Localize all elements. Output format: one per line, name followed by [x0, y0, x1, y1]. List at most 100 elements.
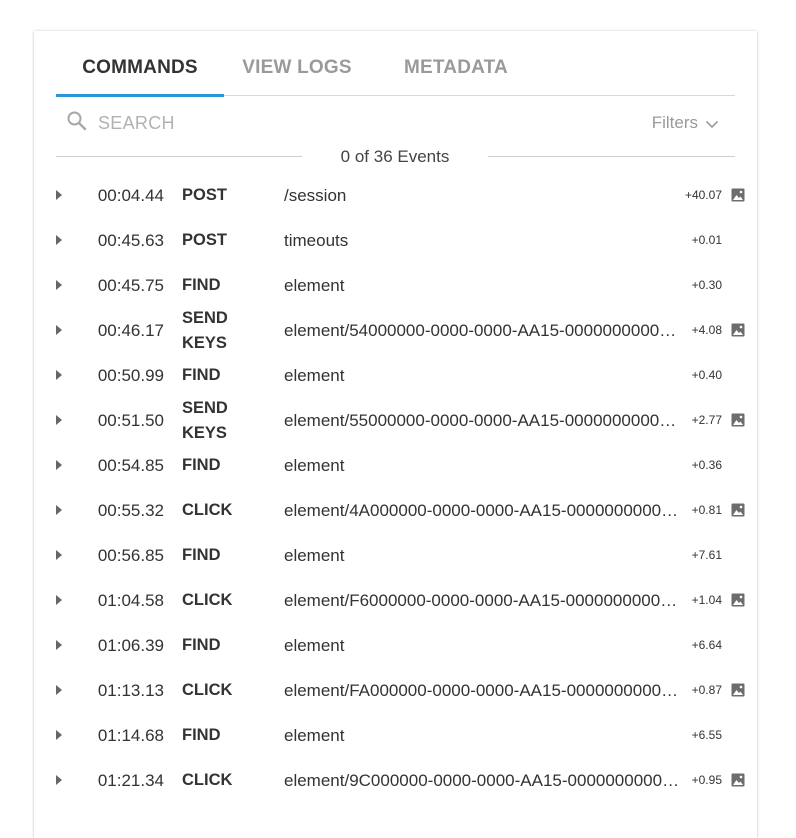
event-path: element/4A000000-0000-0000-AA15-00000000… — [284, 501, 682, 520]
caret-right-icon[interactable] — [56, 280, 62, 290]
event-row[interactable]: 00:50.99 FIND element +0.40 — [34, 353, 757, 398]
caret-right-icon[interactable] — [56, 640, 62, 650]
event-row[interactable]: 00:45.75 FIND element +0.30 — [34, 263, 757, 308]
caret-right-icon[interactable] — [56, 685, 62, 695]
event-time: 01:13.13 — [97, 681, 164, 700]
caret-right-icon[interactable] — [56, 235, 62, 245]
event-method: POST — [182, 231, 227, 249]
event-duration: +0.30 — [691, 278, 722, 292]
event-duration: +1.04 — [691, 593, 722, 607]
caret-right-icon[interactable] — [56, 730, 62, 740]
events-count: 0 of 36 Events — [340, 147, 450, 166]
event-path: element — [284, 366, 345, 385]
tab-view-logs[interactable]: VIEW LOGS — [231, 31, 363, 96]
event-time: 00:55.32 — [97, 501, 164, 520]
event-duration: +40.07 — [684, 188, 722, 202]
event-time: 01:06.39 — [97, 636, 164, 655]
event-time: 00:04.44 — [97, 186, 164, 205]
event-list: 00:04.44 POST /session +40.07 00:45.63 P… — [34, 173, 757, 803]
event-method: FIND — [182, 636, 221, 654]
event-row[interactable]: 00:04.44 POST /session +40.07 — [34, 173, 757, 218]
image-icon[interactable] — [731, 593, 745, 607]
event-row[interactable]: 01:06.39 FIND element +6.64 — [34, 623, 757, 668]
event-path: element/FA000000-0000-0000-AA15-00000000… — [284, 681, 682, 700]
filters-dropdown[interactable]: Filters — [652, 111, 720, 135]
caret-right-icon[interactable] — [56, 415, 62, 425]
image-icon[interactable] — [731, 683, 745, 697]
event-method: FIND — [182, 366, 221, 384]
event-method: FIND — [182, 726, 221, 744]
event-duration: +0.87 — [691, 683, 722, 697]
event-row[interactable]: 00:45.63 POST timeouts +0.01 — [34, 218, 757, 263]
event-time: 00:54.85 — [97, 456, 164, 475]
event-duration: +7.61 — [691, 548, 722, 562]
caret-right-icon[interactable] — [56, 550, 62, 560]
event-path: element — [284, 636, 345, 655]
event-method: CLICK — [182, 681, 233, 699]
event-method: CLICK — [182, 771, 233, 789]
event-method: CLICK — [182, 591, 233, 609]
divider-line — [56, 156, 302, 157]
event-time: 01:21.34 — [97, 771, 164, 790]
event-row[interactable]: 00:46.17 SEND KEYS element/54000000-0000… — [34, 308, 757, 353]
caret-right-icon[interactable] — [56, 370, 62, 380]
event-time: 00:46.17 — [97, 321, 164, 340]
tab-bar: COMMANDS VIEW LOGS METADATA — [56, 31, 735, 97]
event-duration: +6.64 — [691, 638, 722, 652]
event-time: 00:51.50 — [97, 411, 164, 430]
event-path: timeouts — [284, 231, 349, 250]
event-method: FIND — [182, 276, 221, 294]
caret-right-icon[interactable] — [56, 775, 62, 785]
event-duration: +6.55 — [691, 728, 722, 742]
event-duration: +0.01 — [691, 233, 722, 247]
event-path: element — [284, 276, 345, 295]
event-duration: +0.81 — [691, 503, 722, 517]
tab-metadata[interactable]: METADATA — [386, 31, 526, 96]
caret-right-icon[interactable] — [56, 325, 62, 335]
event-path: element — [284, 546, 345, 565]
chevron-down-icon — [704, 115, 720, 131]
event-row[interactable]: 01:14.68 FIND element +6.55 — [34, 713, 757, 758]
event-time: 00:50.99 — [97, 366, 164, 385]
events-divider: 0 of 36 Events — [56, 145, 735, 169]
event-row[interactable]: 01:04.58 CLICK element/F6000000-0000-000… — [34, 578, 757, 623]
event-time: 00:56.85 — [97, 546, 164, 565]
event-path: element/54000000-0000-0000-AA15-00000000… — [284, 321, 682, 340]
event-path: element — [284, 726, 345, 745]
search-bar: Filters — [56, 97, 735, 149]
tab-commands[interactable]: COMMANDS — [56, 31, 224, 97]
caret-right-icon[interactable] — [56, 505, 62, 515]
image-icon[interactable] — [731, 503, 745, 517]
search-icon — [66, 110, 88, 132]
event-duration: +2.77 — [691, 413, 722, 427]
event-row[interactable]: 00:55.32 CLICK element/4A000000-0000-000… — [34, 488, 757, 533]
image-icon[interactable] — [731, 323, 745, 337]
event-row[interactable]: 01:21.34 CLICK element/9C000000-0000-000… — [34, 758, 757, 803]
commands-panel: COMMANDS VIEW LOGS METADATA Filters 0 of… — [34, 31, 757, 838]
event-method: SEND KEYS — [182, 308, 228, 352]
image-icon[interactable] — [731, 188, 745, 202]
image-icon[interactable] — [731, 413, 745, 427]
event-method: FIND — [182, 546, 221, 564]
event-path: /session — [284, 186, 347, 205]
event-time: 00:45.63 — [97, 231, 164, 250]
event-path: element/9C000000-0000-0000-AA15-00000000… — [284, 771, 682, 790]
image-icon[interactable] — [731, 773, 745, 787]
event-path: element/55000000-0000-0000-AA15-00000000… — [284, 411, 682, 430]
event-method: FIND — [182, 456, 221, 474]
event-time: 01:14.68 — [97, 726, 164, 745]
divider-line — [488, 156, 735, 157]
search-input[interactable] — [98, 109, 498, 137]
event-duration: +0.40 — [691, 368, 722, 382]
caret-right-icon[interactable] — [56, 190, 62, 200]
event-row[interactable]: 00:54.85 FIND element +0.36 — [34, 443, 757, 488]
event-row[interactable]: 00:56.85 FIND element +7.61 — [34, 533, 757, 578]
event-duration: +4.08 — [691, 323, 722, 337]
filters-label: Filters — [651, 113, 698, 132]
event-duration: +0.95 — [691, 773, 722, 787]
event-method: POST — [182, 186, 227, 204]
event-row[interactable]: 00:51.50 SEND KEYS element/55000000-0000… — [34, 398, 757, 443]
event-row[interactable]: 01:13.13 CLICK element/FA000000-0000-000… — [34, 668, 757, 713]
caret-right-icon[interactable] — [56, 595, 62, 605]
caret-right-icon[interactable] — [56, 460, 62, 470]
